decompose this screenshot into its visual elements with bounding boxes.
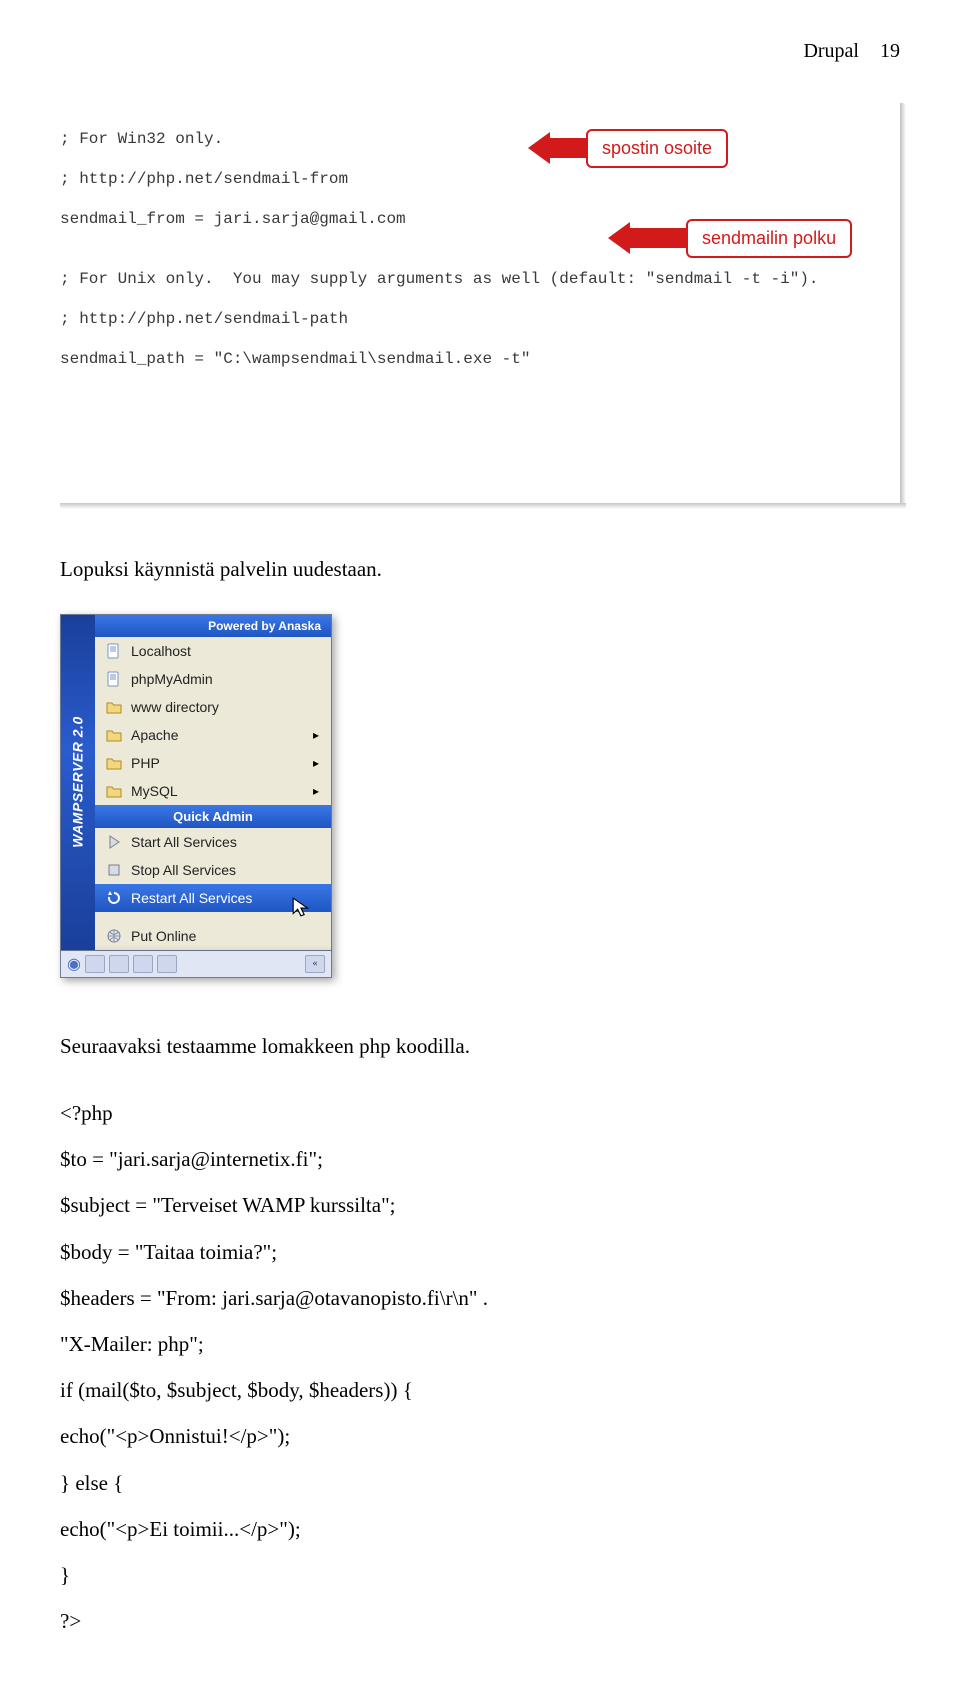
- doc-title: Drupal: [803, 40, 859, 62]
- play-icon: [105, 833, 123, 851]
- code-line: ; For Win32 only.: [60, 129, 900, 149]
- code-line: "X-Mailer: php";: [60, 1321, 900, 1367]
- page-header: Drupal 19: [60, 40, 900, 63]
- menu-item-label: MySQL: [131, 783, 178, 799]
- wamp-side-banner: WAMPSERVER 2.0: [61, 615, 95, 950]
- menu-item-put-online[interactable]: Put Online: [95, 922, 331, 950]
- code-line: if (mail($to, $subject, $body, $headers)…: [60, 1367, 900, 1413]
- menu-item-label: Put Online: [131, 928, 196, 944]
- menu-item-label: Restart All Services: [131, 890, 252, 906]
- callout-label: spostin osoite: [586, 129, 728, 168]
- menu-item-restart-all[interactable]: Restart All Services: [95, 884, 331, 912]
- menu-item-localhost[interactable]: Localhost: [95, 637, 331, 665]
- paragraph-restart: Lopuksi käynnistä palvelin uudestaan.: [60, 553, 900, 586]
- arrow-icon: [630, 228, 686, 248]
- chevron-right-icon: ▸: [313, 728, 319, 742]
- callout-sendmail-from: spostin osoite: [550, 129, 728, 168]
- code-line: echo("<p>Ei toimii...</p>");: [60, 1506, 900, 1552]
- chevron-right-icon: ▸: [313, 756, 319, 770]
- folder-icon: [105, 782, 123, 800]
- code-line: $to = "jari.sarja@internetix.fi";: [60, 1136, 900, 1182]
- restart-icon: [105, 889, 123, 907]
- menu-item-label: Localhost: [131, 643, 191, 659]
- tray-button[interactable]: [109, 955, 129, 973]
- paragraph-test: Seuraavaksi testaamme lomakkeen php kood…: [60, 1030, 900, 1063]
- ini-code-screenshot: ; For Win32 only. ; http://php.net/sendm…: [60, 103, 900, 503]
- menu-item-php[interactable]: PHP ▸: [95, 749, 331, 777]
- code-line: }: [60, 1552, 900, 1598]
- tray-button[interactable]: [85, 955, 105, 973]
- menu-item-mysql[interactable]: MySQL ▸: [95, 777, 331, 805]
- tray-expand-button[interactable]: «: [305, 955, 325, 973]
- folder-icon: [105, 726, 123, 744]
- wamp-tray: ◉ «: [60, 951, 332, 978]
- tray-button[interactable]: [133, 955, 153, 973]
- folder-icon: [105, 698, 123, 716]
- wamp-menu-screenshot: WAMPSERVER 2.0 Powered by Anaska Localho…: [60, 614, 332, 978]
- menu-item-label: Stop All Services: [131, 862, 236, 878]
- quick-admin-header: Quick Admin: [95, 805, 331, 828]
- menu-item-www-directory[interactable]: www directory: [95, 693, 331, 721]
- page-number: 19: [880, 40, 900, 62]
- code-line: $subject = "Terveiset WAMP kurssilta";: [60, 1182, 900, 1228]
- code-line: $body = "Taitaa toimia?";: [60, 1229, 900, 1275]
- code-line: echo("<p>Onnistui!</p>");: [60, 1413, 900, 1459]
- code-line: ; http://php.net/sendmail-path: [60, 309, 900, 329]
- page-icon: [105, 642, 123, 660]
- tray-bullet-icon: ◉: [67, 954, 81, 974]
- page-icon: [105, 670, 123, 688]
- code-line: ; For Unix only. You may supply argument…: [60, 269, 900, 289]
- chevron-right-icon: ▸: [313, 784, 319, 798]
- menu-item-label: www directory: [131, 699, 219, 715]
- menu-item-stop-all[interactable]: Stop All Services: [95, 856, 331, 884]
- code-line: <?php: [60, 1090, 900, 1136]
- menu-item-label: Start All Services: [131, 834, 237, 850]
- php-code-listing: <?php $to = "jari.sarja@internetix.fi"; …: [60, 1090, 900, 1644]
- wamp-header: Powered by Anaska: [95, 615, 331, 637]
- menu-item-label: phpMyAdmin: [131, 671, 213, 687]
- wamp-side-label: WAMPSERVER 2.0: [70, 716, 86, 847]
- menu-item-start-all[interactable]: Start All Services: [95, 828, 331, 856]
- menu-item-apache[interactable]: Apache ▸: [95, 721, 331, 749]
- callout-sendmail-path: sendmailin polku: [630, 219, 852, 258]
- code-line: ?>: [60, 1598, 900, 1644]
- code-line: } else {: [60, 1460, 900, 1506]
- folder-icon: [105, 754, 123, 772]
- code-line: ; http://php.net/sendmail-from: [60, 169, 900, 189]
- code-line: $headers = "From: jari.sarja@otavanopist…: [60, 1275, 900, 1321]
- code-line: sendmail_path = "C:\wampsendmail\sendmai…: [60, 349, 900, 369]
- quick-admin-label: Quick Admin: [173, 809, 253, 824]
- menu-item-label: PHP: [131, 755, 160, 771]
- stop-icon: [105, 861, 123, 879]
- menu-item-phpmyadmin[interactable]: phpMyAdmin: [95, 665, 331, 693]
- menu-item-label: Apache: [131, 727, 178, 743]
- callout-label: sendmailin polku: [686, 219, 852, 258]
- arrow-icon: [550, 138, 586, 158]
- globe-icon: [105, 927, 123, 945]
- tray-button[interactable]: [157, 955, 177, 973]
